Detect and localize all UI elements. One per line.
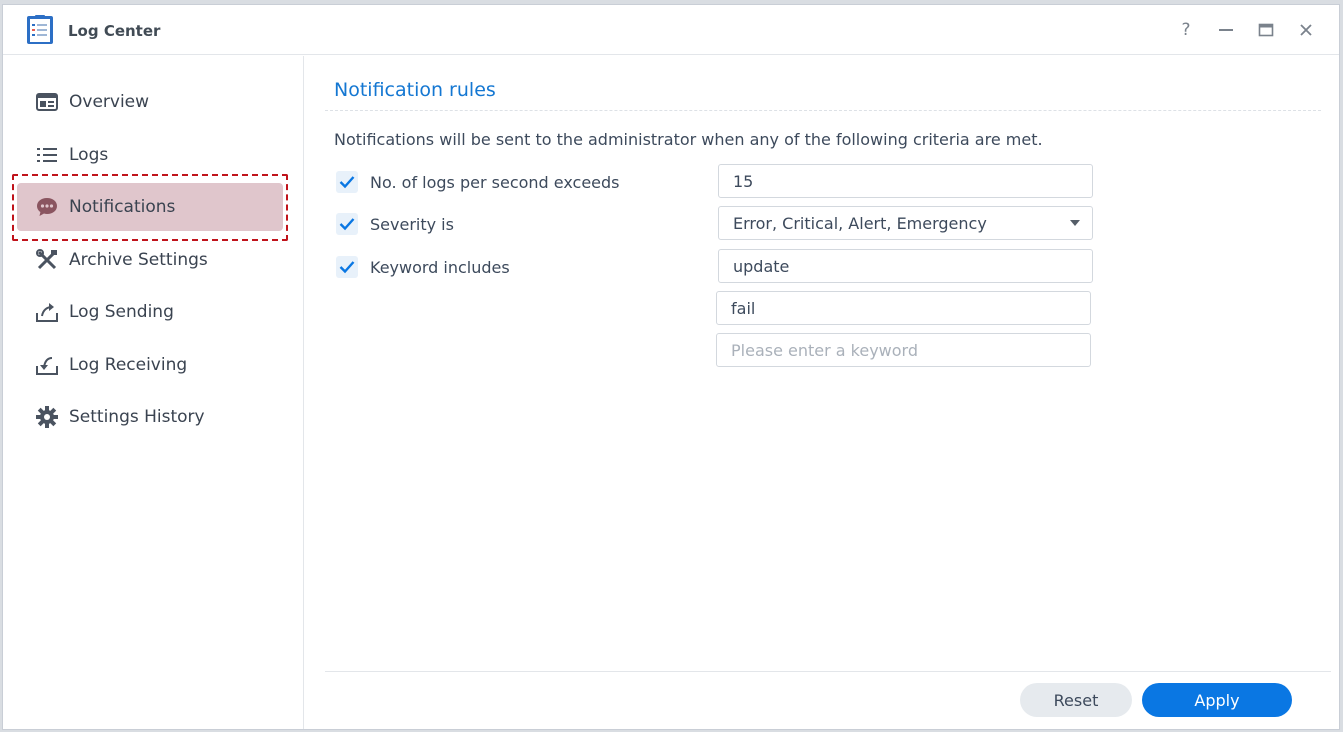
sidebar-item-logs[interactable]: Logs (17, 131, 283, 179)
section-title: Notification rules (334, 79, 496, 101)
chat-bubble-icon (35, 195, 59, 219)
logs-per-second-input[interactable] (718, 164, 1093, 198)
sidebar-item-archive-settings[interactable]: Archive Settings (17, 236, 283, 284)
overview-icon (35, 90, 59, 114)
reset-button[interactable]: Reset (1020, 683, 1132, 717)
sidebar-item-label: Log Sending (69, 302, 174, 322)
severity-label: Severity is (370, 214, 454, 234)
sidebar-item-notifications[interactable]: Notifications (17, 183, 283, 231)
minimize-button[interactable] (1215, 19, 1237, 41)
sidebar-item-log-receiving[interactable]: Log Receiving (17, 341, 283, 389)
tools-icon (35, 248, 59, 272)
gear-icon (35, 405, 59, 429)
main-panel: Notification rules Notifications will be… (305, 56, 1339, 729)
sidebar-item-label: Log Receiving (69, 355, 188, 375)
severity-select[interactable]: Error, Critical, Alert, Emergency (718, 206, 1093, 240)
title-bar: Log Center ? (3, 5, 1339, 55)
rules-description: Notifications will be sent to the admini… (334, 130, 1043, 149)
keyword-input-2[interactable] (716, 291, 1091, 325)
keyword-checkbox[interactable] (336, 256, 358, 278)
sidebar-item-log-sending[interactable]: Log Sending (17, 288, 283, 336)
footer-divider (325, 671, 1331, 672)
sidebar-item-label: Logs (69, 145, 109, 165)
sidebar-item-label: Notifications (69, 197, 176, 217)
severity-checkbox[interactable] (336, 213, 358, 235)
window-title: Log Center (68, 22, 161, 40)
rule-severity: Severity is (336, 213, 454, 235)
help-icon[interactable]: ? (1175, 19, 1197, 41)
rule-logs-per-second: No. of logs per second exceeds (336, 171, 620, 193)
keyword-label: Keyword includes (370, 257, 510, 277)
sidebar-item-settings-history[interactable]: Settings History (17, 393, 283, 441)
log-center-window: Log Center ? Overview Logs Notifications… (2, 4, 1340, 730)
section-divider (325, 110, 1321, 111)
severity-selected-value: Error, Critical, Alert, Emergency (733, 213, 987, 233)
sidebar-item-overview[interactable]: Overview (17, 78, 283, 126)
chevron-down-icon (1070, 220, 1080, 226)
keyword-input-1[interactable] (718, 249, 1093, 283)
sidebar-item-label: Settings History (69, 407, 205, 427)
logs-per-second-label: No. of logs per second exceeds (370, 172, 620, 192)
apply-button[interactable]: Apply (1142, 683, 1292, 717)
keyword-input-new[interactable] (716, 333, 1091, 367)
sidebar-item-label: Archive Settings (69, 250, 208, 270)
rule-keyword: Keyword includes (336, 256, 510, 278)
close-button[interactable] (1295, 19, 1317, 41)
log-center-app-icon (26, 15, 54, 45)
download-icon (35, 353, 59, 377)
maximize-button[interactable] (1255, 19, 1277, 41)
sidebar: Overview Logs Notifications Archive Sett… (3, 56, 304, 729)
upload-icon (35, 300, 59, 324)
sidebar-item-label: Overview (69, 92, 150, 112)
list-icon (35, 143, 59, 167)
logs-per-second-checkbox[interactable] (336, 171, 358, 193)
